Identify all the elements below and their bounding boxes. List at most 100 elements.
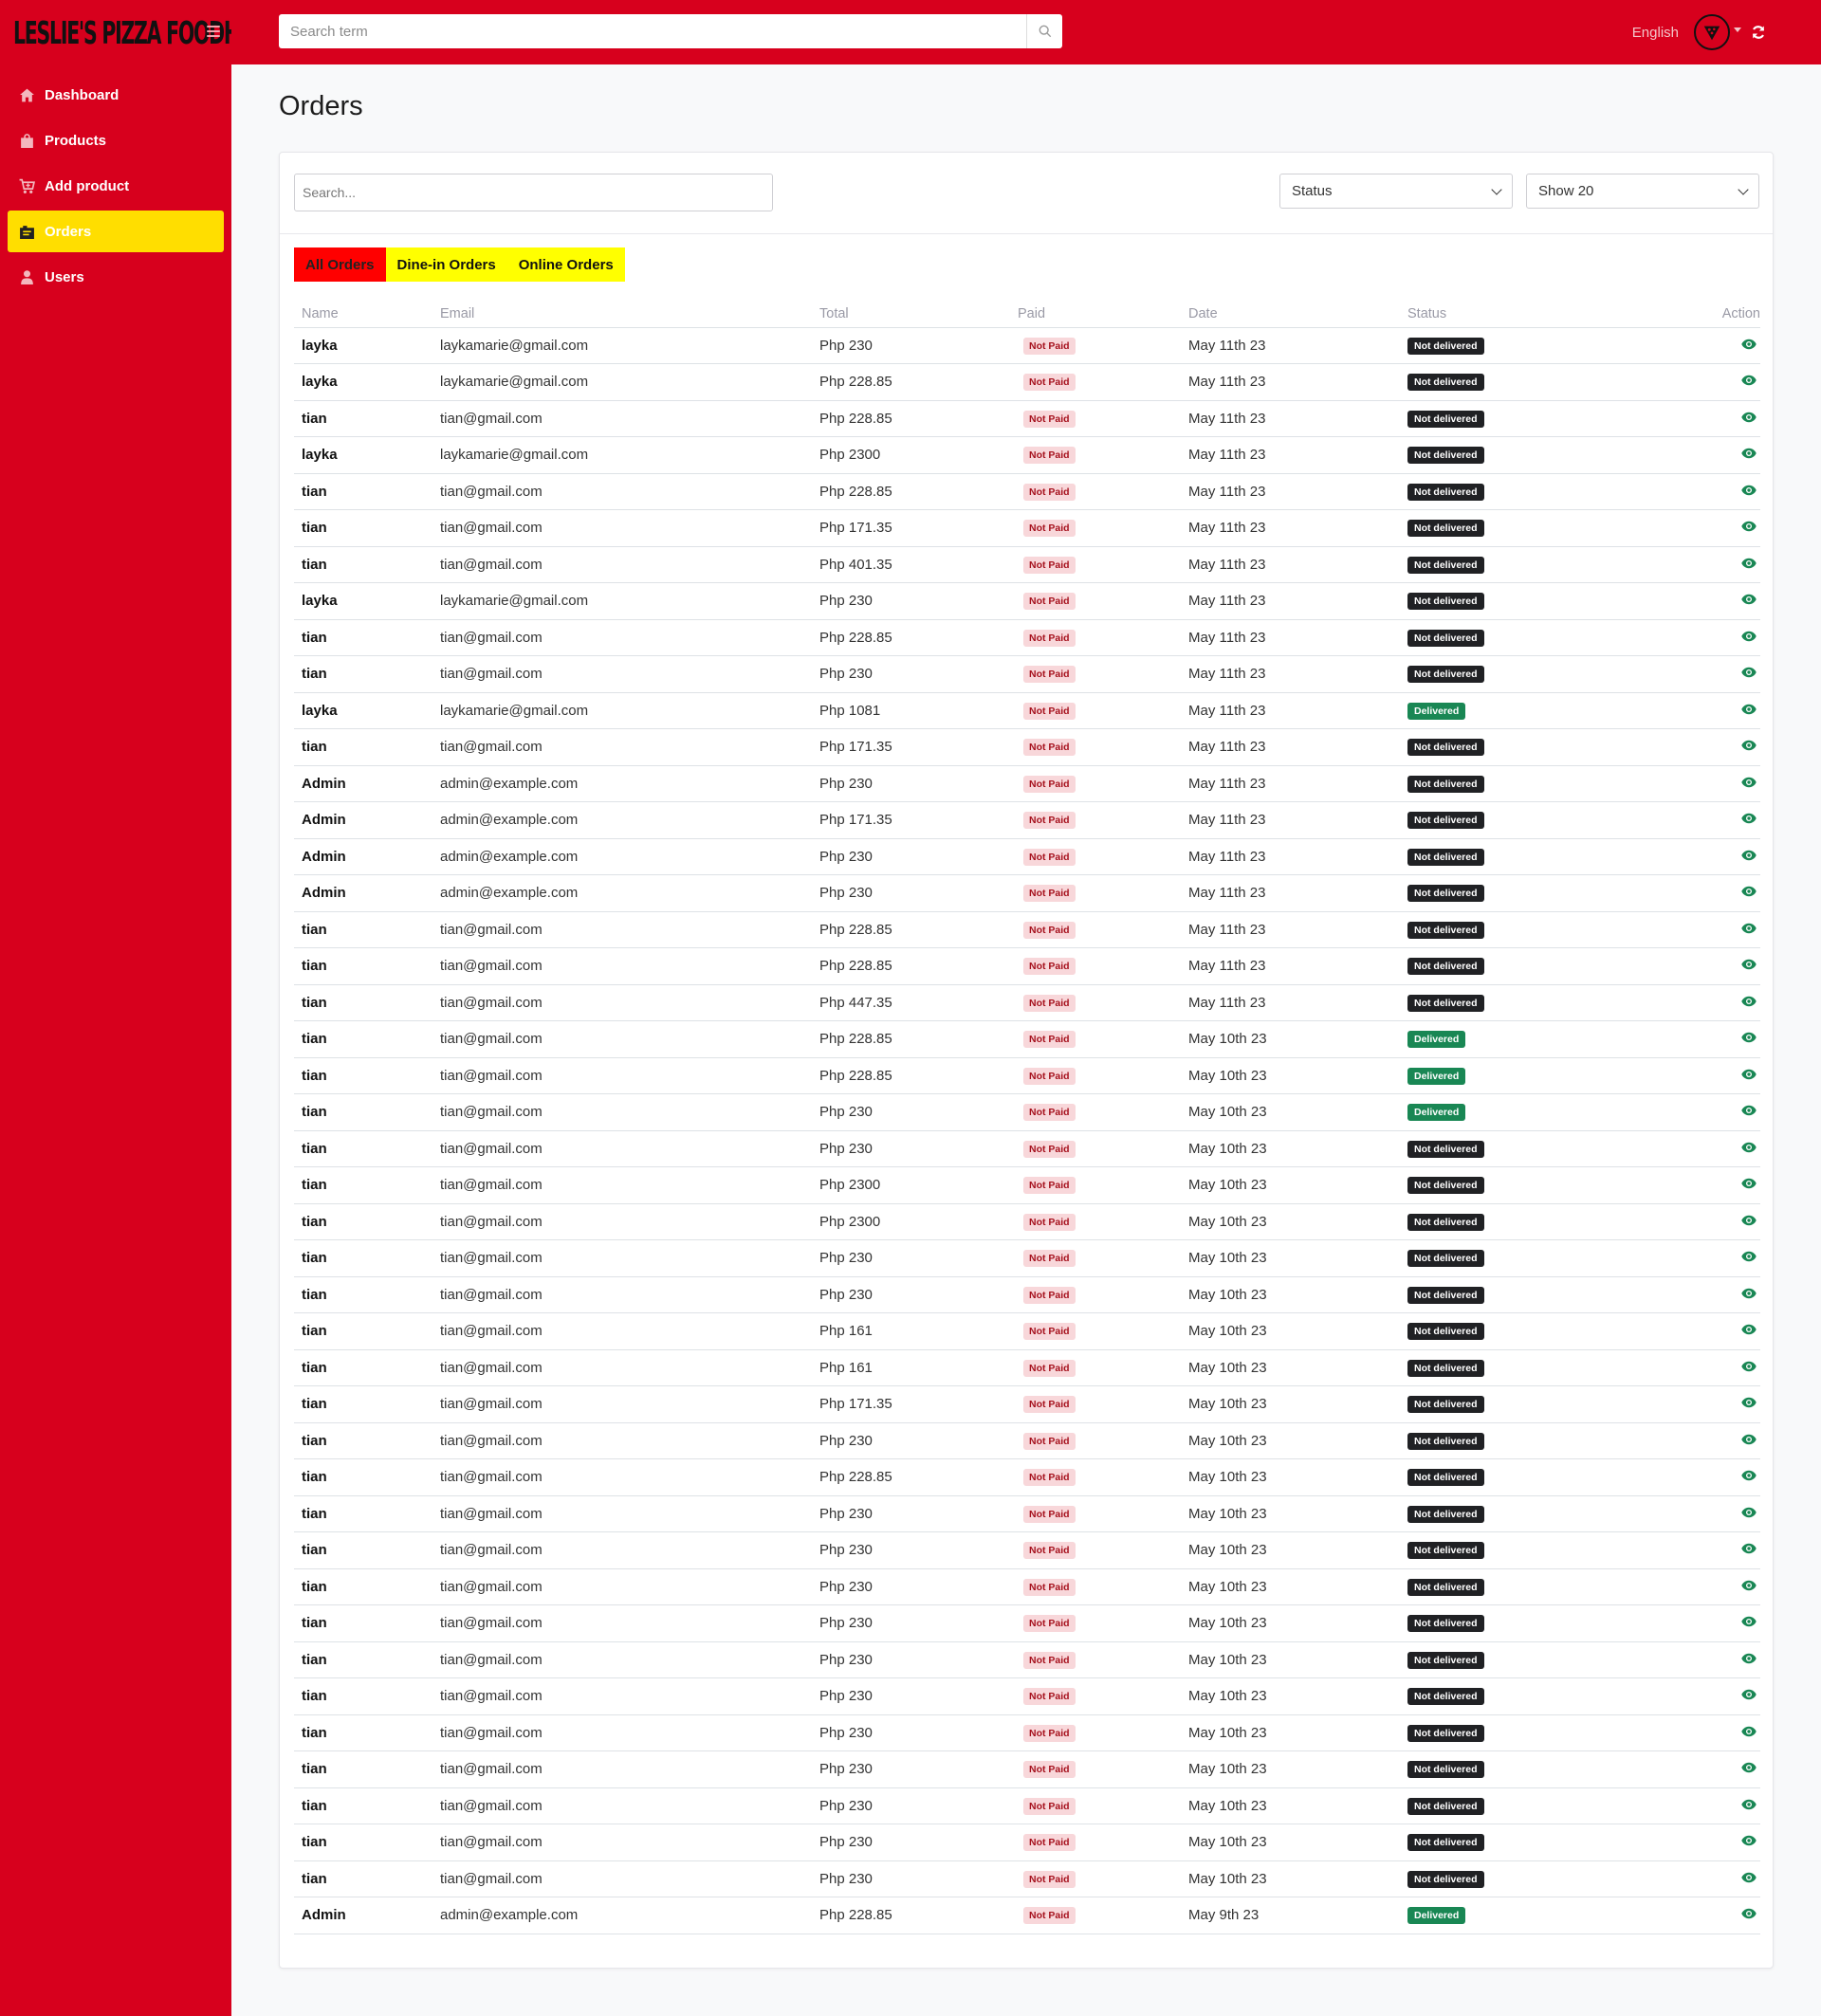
col-header-date[interactable]: Date: [1181, 301, 1400, 328]
table-row[interactable]: tian tian@gmail.com Php 228.85 Not Paid May …: [294, 1458, 1760, 1496]
view-order-eye-icon[interactable]: [1741, 1105, 1757, 1116]
table-row[interactable]: tian tian@gmail.com Php 230 Not Paid May 10t…: [294, 1604, 1760, 1642]
table-row[interactable]: tian tian@gmail.com Php 171.35 Not Paid May …: [294, 1385, 1760, 1423]
table-row[interactable]: tian tian@gmail.com Php 230 Not Paid May 10t…: [294, 1422, 1760, 1459]
table-row[interactable]: layka laykamarie@gmail.com Php 1081 Not Pai…: [294, 692, 1760, 729]
view-order-eye-icon[interactable]: [1741, 1908, 1757, 1919]
view-order-eye-icon[interactable]: [1741, 923, 1757, 934]
table-row[interactable]: tian tian@gmail.com Php 401.35 Not Paid May …: [294, 546, 1760, 583]
view-order-eye-icon[interactable]: [1741, 1726, 1757, 1737]
view-order-eye-icon[interactable]: [1741, 412, 1757, 423]
table-row[interactable]: tian tian@gmail.com Php 447.35 Not Paid May …: [294, 984, 1760, 1021]
view-order-eye-icon[interactable]: [1741, 1215, 1757, 1226]
table-row[interactable]: Admin admin@example.com Php 171.35 Not Paid…: [294, 801, 1760, 839]
table-row[interactable]: tian tian@gmail.com Php 230 Not Paid May 10t…: [294, 1239, 1760, 1277]
table-row[interactable]: tian tian@gmail.com Php 2300 Not Paid May 10…: [294, 1166, 1760, 1204]
table-row[interactable]: layka laykamarie@gmail.com Php 2300 Not Pai…: [294, 436, 1760, 474]
brand-logo[interactable]: LESLIE'S PIZZA FOODHUB: [13, 14, 268, 51]
view-order-eye-icon[interactable]: [1741, 448, 1757, 459]
table-row[interactable]: tian tian@gmail.com Php 228.85 Not Paid May …: [294, 1057, 1760, 1094]
table-row[interactable]: layka laykamarie@gmail.com Php 230 Not Paid…: [294, 582, 1760, 620]
table-row[interactable]: tian tian@gmail.com Php 230 Not Paid May 10t…: [294, 1641, 1760, 1678]
menu-toggle-icon[interactable]: [207, 26, 220, 37]
view-order-eye-icon[interactable]: [1741, 1616, 1757, 1627]
page-size-select[interactable]: Show 20: [1526, 174, 1759, 209]
chevron-down-icon[interactable]: [1734, 27, 1741, 32]
table-row[interactable]: layka laykamarie@gmail.com Php 230 Not Paid…: [294, 327, 1760, 364]
table-row[interactable]: layka laykamarie@gmail.com Php 228.85 Not P…: [294, 363, 1760, 401]
view-order-eye-icon[interactable]: [1741, 740, 1757, 751]
col-header-paid[interactable]: Paid: [1010, 301, 1181, 328]
avatar[interactable]: [1694, 14, 1730, 50]
view-order-eye-icon[interactable]: [1741, 485, 1757, 496]
view-order-eye-icon[interactable]: [1741, 1288, 1757, 1299]
view-order-eye-icon[interactable]: [1741, 704, 1757, 715]
table-row[interactable]: Admin admin@example.com Php 230 Not Paid May…: [294, 874, 1760, 912]
table-row[interactable]: Admin admin@example.com Php 230 Not Paid May…: [294, 838, 1760, 875]
col-header-status[interactable]: Status: [1400, 301, 1684, 328]
table-row[interactable]: tian tian@gmail.com Php 228.85 Not Paid May …: [294, 473, 1760, 510]
view-order-eye-icon[interactable]: [1741, 1835, 1757, 1846]
table-row[interactable]: tian tian@gmail.com Php 230 Not Paid May 10t…: [294, 1750, 1760, 1788]
table-row[interactable]: tian tian@gmail.com Php 228.85 Not Paid May …: [294, 619, 1760, 656]
table-row[interactable]: tian tian@gmail.com Php 228.85 Not Paid May …: [294, 1020, 1760, 1058]
status-filter-select[interactable]: Status: [1279, 174, 1513, 209]
view-order-eye-icon[interactable]: [1741, 777, 1757, 788]
view-order-eye-icon[interactable]: [1741, 1324, 1757, 1335]
sidebar-item-products[interactable]: Products: [8, 119, 224, 161]
sidebar-item-users[interactable]: Users: [8, 256, 224, 298]
table-row[interactable]: tian tian@gmail.com Php 230 Not Paid May 10t…: [294, 1130, 1760, 1167]
refresh-icon[interactable]: [1751, 25, 1766, 40]
table-row[interactable]: tian tian@gmail.com Php 230 Not Paid May 10t…: [294, 1568, 1760, 1605]
view-order-eye-icon[interactable]: [1741, 1580, 1757, 1591]
table-row[interactable]: tian tian@gmail.com Php 230 Not Paid May 10t…: [294, 1276, 1760, 1313]
table-row[interactable]: tian tian@gmail.com Php 230 Not Paid May 10t…: [294, 1787, 1760, 1824]
view-order-eye-icon[interactable]: [1741, 1762, 1757, 1773]
view-order-eye-icon[interactable]: [1741, 1251, 1757, 1262]
table-row[interactable]: tian tian@gmail.com Php 161 Not Paid May 10t…: [294, 1312, 1760, 1350]
col-header-name[interactable]: Name: [294, 301, 432, 328]
view-order-eye-icon[interactable]: [1741, 667, 1757, 678]
view-order-eye-icon[interactable]: [1741, 1069, 1757, 1080]
table-row[interactable]: tian tian@gmail.com Php 228.85 Not Paid May …: [294, 947, 1760, 985]
sidebar-item-dashboard[interactable]: Dashboard: [8, 74, 224, 116]
table-row[interactable]: tian tian@gmail.com Php 230 Not Paid May 11t…: [294, 655, 1760, 693]
view-order-eye-icon[interactable]: [1741, 1361, 1757, 1372]
col-header-email[interactable]: Email: [432, 301, 812, 328]
col-header-total[interactable]: Total: [812, 301, 1010, 328]
view-order-eye-icon[interactable]: [1741, 850, 1757, 861]
view-order-eye-icon[interactable]: [1741, 339, 1757, 350]
view-order-eye-icon[interactable]: [1741, 1543, 1757, 1554]
view-order-eye-icon[interactable]: [1741, 1397, 1757, 1408]
view-order-eye-icon[interactable]: [1741, 1689, 1757, 1700]
view-order-eye-icon[interactable]: [1741, 1507, 1757, 1518]
table-row[interactable]: tian tian@gmail.com Php 171.35 Not Paid May …: [294, 509, 1760, 547]
view-order-eye-icon[interactable]: [1741, 594, 1757, 605]
table-row[interactable]: tian tian@gmail.com Php 161 Not Paid May 10t…: [294, 1349, 1760, 1386]
view-order-eye-icon[interactable]: [1741, 375, 1757, 386]
table-row[interactable]: tian tian@gmail.com Php 171.35 Not Paid May …: [294, 728, 1760, 766]
sidebar-item-orders[interactable]: Orders: [8, 211, 224, 252]
view-order-eye-icon[interactable]: [1741, 558, 1757, 569]
sidebar-item-add-product[interactable]: Add product: [8, 165, 224, 207]
view-order-eye-icon[interactable]: [1741, 1470, 1757, 1481]
table-row[interactable]: tian tian@gmail.com Php 230 Not Paid May 10t…: [294, 1093, 1760, 1131]
view-order-eye-icon[interactable]: [1741, 1799, 1757, 1810]
view-order-eye-icon[interactable]: [1741, 631, 1757, 642]
table-row[interactable]: tian tian@gmail.com Php 230 Not Paid May 10t…: [294, 1714, 1760, 1751]
view-order-eye-icon[interactable]: [1741, 521, 1757, 532]
orders-search-input[interactable]: [294, 174, 773, 211]
table-row[interactable]: tian tian@gmail.com Php 230 Not Paid May 10t…: [294, 1824, 1760, 1861]
view-order-eye-icon[interactable]: [1741, 1142, 1757, 1153]
view-order-eye-icon[interactable]: [1741, 996, 1757, 1007]
view-order-eye-icon[interactable]: [1741, 1872, 1757, 1883]
tab-dine-in-orders[interactable]: Dine-in Orders: [385, 247, 507, 282]
search-button[interactable]: [1026, 14, 1062, 48]
table-row[interactable]: tian tian@gmail.com Php 228.85 Not Paid May …: [294, 911, 1760, 948]
view-order-eye-icon[interactable]: [1741, 959, 1757, 970]
table-row[interactable]: tian tian@gmail.com Php 228.85 Not Paid May …: [294, 400, 1760, 437]
view-order-eye-icon[interactable]: [1741, 1653, 1757, 1664]
language-selector[interactable]: English: [1632, 25, 1679, 41]
table-row[interactable]: Admin admin@example.com Php 230 Not Paid May…: [294, 765, 1760, 802]
global-search-input[interactable]: [279, 14, 1026, 48]
